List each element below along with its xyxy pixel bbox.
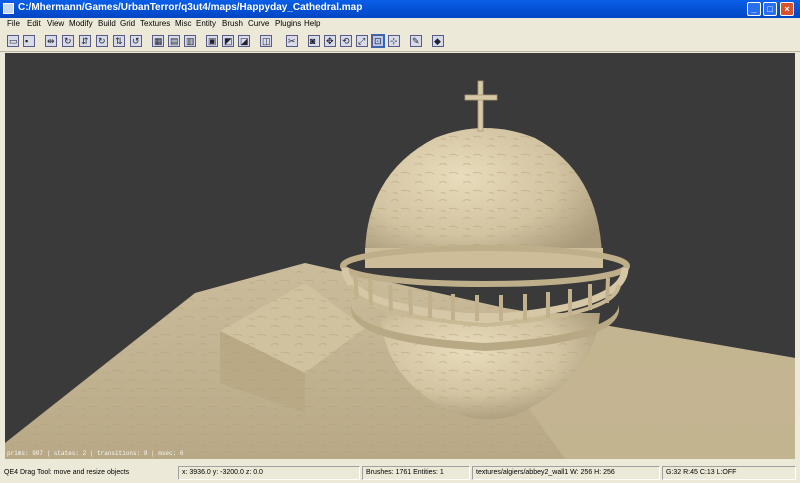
status-texture: textures/algiers/abbey2_wall1 W: 256 H: …	[472, 466, 660, 480]
open-icon[interactable]: ▭	[7, 35, 19, 47]
make-hollow-glyph: ◫	[262, 36, 271, 46]
csg-merge-glyph: ◪	[240, 36, 249, 46]
rotate-x-glyph: ↻	[64, 36, 72, 46]
select-inside-glyph: ▣	[208, 36, 217, 46]
menu-misc[interactable]: Misc	[175, 19, 191, 28]
status-coords: x: 3936.0 y: -3200.0 z: 0.0	[178, 466, 360, 480]
rotate-x-icon[interactable]: ↻	[62, 35, 74, 47]
clipper-glyph: ✂	[288, 36, 296, 46]
translate-glyph: ✥	[326, 36, 334, 46]
menu-curve[interactable]: Curve	[248, 19, 269, 28]
rotate-y-glyph: ↻	[98, 36, 106, 46]
translate-icon[interactable]: ✥	[324, 35, 336, 47]
texture-lock-icon[interactable]: ✎	[410, 35, 422, 47]
window-title: C:/Mhermann/Games/UrbanTerror/q3ut4/maps…	[18, 2, 363, 13]
scene-render	[5, 80, 795, 459]
window-titlebar[interactable]: C:/Mhermann/Games/UrbanTerror/q3ut4/maps…	[0, 0, 800, 18]
menu-edit[interactable]: Edit	[27, 19, 41, 28]
minimize-button[interactable]: _	[747, 2, 761, 16]
menu-modify[interactable]: Modify	[69, 19, 93, 28]
open-glyph: ▭	[9, 36, 18, 46]
toolbar: ▭ ▪ ⇹ ↻ ⇵ ↻ ⇅ ↺ ▦ ▤ ▥ ▣ ◩ ◪ ◫ ✂ ◙ ✥ ⟲ ⤢ …	[0, 32, 800, 52]
menu-plugins[interactable]: Plugins	[275, 19, 301, 28]
close-button[interactable]: ×	[780, 2, 794, 16]
csg-merge-icon[interactable]: ◪	[238, 35, 250, 47]
menu-textures[interactable]: Textures	[140, 19, 170, 28]
clipper-icon[interactable]: ✂	[286, 35, 298, 47]
make-hollow-icon[interactable]: ◫	[260, 35, 272, 47]
maximize-button[interactable]: □	[763, 2, 777, 16]
select-touching-icon[interactable]: ▤	[168, 35, 180, 47]
render-stats: prims: 907 | states: 2 | transitions: 8 …	[7, 450, 184, 457]
status-message: QE4 Drag Tool: move and resize objects	[4, 469, 130, 476]
save-glyph: ▪	[25, 36, 29, 46]
entity-glyph: ◆	[434, 36, 441, 46]
rotate-y-icon[interactable]: ↻	[96, 35, 108, 47]
menu-bar: File Edit View Modify Build Grid Texture…	[0, 18, 800, 32]
menu-brush[interactable]: Brush	[222, 19, 243, 28]
select-complete-tall-icon[interactable]: ▦	[152, 35, 164, 47]
flip-y-glyph: ⇵	[81, 36, 89, 46]
select-inside-icon[interactable]: ▣	[206, 35, 218, 47]
select-partial-tall-glyph: ▥	[186, 36, 195, 46]
rotate-z-glyph: ↺	[132, 36, 140, 46]
scale-icon[interactable]: ⤢	[356, 35, 368, 47]
rotate-glyph: ⟲	[342, 36, 350, 46]
save-icon[interactable]: ▪	[23, 35, 35, 47]
flip-z-glyph: ⇅	[115, 36, 123, 46]
texture-lock-glyph: ✎	[412, 36, 420, 46]
rotate-z-icon[interactable]: ↺	[130, 35, 142, 47]
drag-tool-icon[interactable]: ⊡	[371, 34, 385, 48]
menu-entity[interactable]: Entity	[196, 19, 216, 28]
menu-grid[interactable]: Grid	[120, 19, 135, 28]
menu-help[interactable]: Help	[304, 19, 320, 28]
camera-icon[interactable]: ◙	[308, 35, 320, 47]
flip-z-icon[interactable]: ⇅	[113, 35, 125, 47]
csg-subtract-icon[interactable]: ◩	[222, 35, 234, 47]
drag-tool-glyph: ⊡	[374, 36, 382, 46]
menu-build[interactable]: Build	[98, 19, 116, 28]
flip-x-glyph: ⇹	[47, 36, 55, 46]
select-partial-tall-icon[interactable]: ▥	[184, 35, 196, 47]
status-grid: G:32 R:45 C:13 L:OFF	[662, 466, 796, 480]
patch-glyph: ⊹	[390, 36, 398, 46]
csg-subtract-glyph: ◩	[224, 36, 233, 46]
flip-x-icon[interactable]: ⇹	[45, 35, 57, 47]
status-counts: Brushes: 1761 Entities: 1	[362, 466, 470, 480]
entity-icon[interactable]: ◆	[432, 35, 444, 47]
menu-file[interactable]: File	[7, 19, 20, 28]
select-touching-glyph: ▤	[170, 36, 179, 46]
status-bar: QE4 Drag Tool: move and resize objects x…	[0, 463, 800, 483]
flip-y-icon[interactable]: ⇵	[79, 35, 91, 47]
rotate-icon[interactable]: ⟲	[340, 35, 352, 47]
cross-icon	[464, 80, 498, 132]
select-complete-tall-glyph: ▦	[154, 36, 163, 46]
scale-glyph: ⤢	[358, 36, 366, 46]
menu-view[interactable]: View	[47, 19, 64, 28]
camera-viewport[interactable]: prims: 907 | states: 2 | transitions: 8 …	[5, 53, 795, 459]
camera-glyph: ◙	[310, 36, 316, 46]
patch-icon[interactable]: ⊹	[388, 35, 400, 47]
app-icon	[3, 3, 14, 14]
